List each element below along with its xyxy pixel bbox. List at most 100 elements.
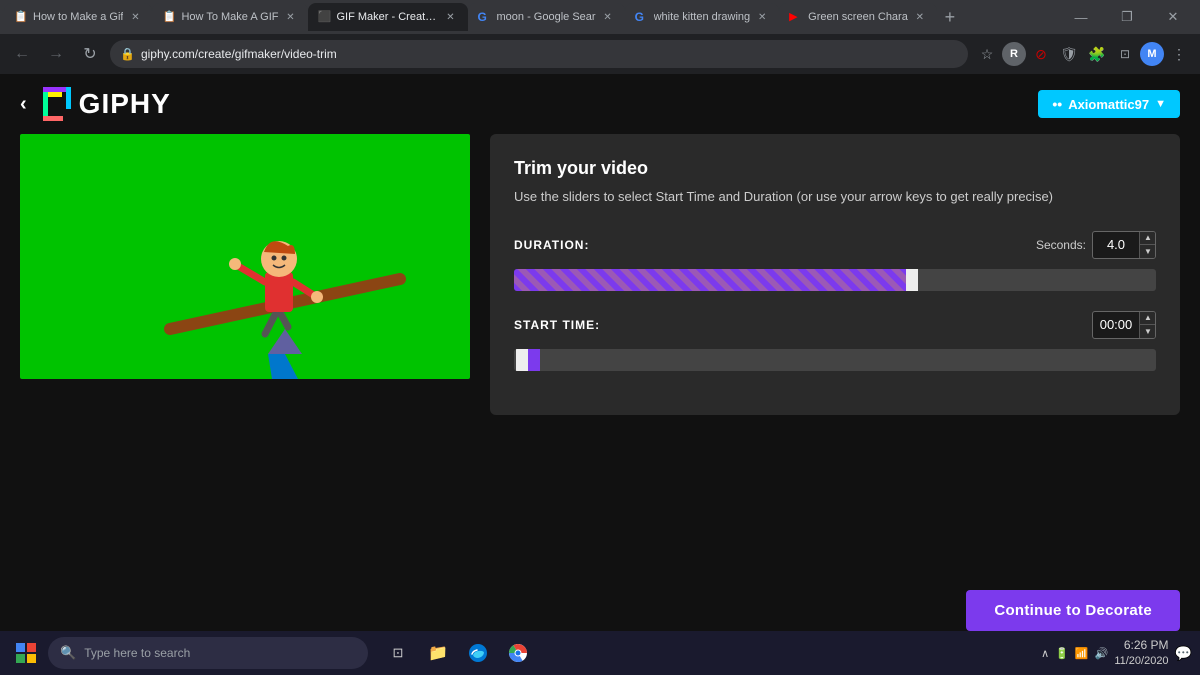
forward-button[interactable]: →: [42, 40, 70, 68]
cast-icon[interactable]: ⊡: [1112, 41, 1138, 67]
restore-button[interactable]: ❐: [1104, 0, 1150, 34]
tab-6-close[interactable]: ✕: [913, 10, 927, 24]
tab-2[interactable]: 📋 How To Make A GIF ✕: [152, 3, 307, 31]
clock-date: 11/20/2020: [1114, 654, 1168, 669]
eyes-icon: ••: [1052, 96, 1062, 112]
tab-4-close[interactable]: ✕: [601, 10, 615, 24]
start-time-label-row: START TIME: 00:00 ▲ ▼: [514, 311, 1156, 339]
taskbar: 🔍 Type here to search ⊡ 📁 ∧: [0, 631, 1200, 675]
giphy-logo-icon: [43, 87, 71, 121]
file-explorer-button[interactable]: 📁: [420, 635, 456, 671]
speaker-icon[interactable]: 🔊: [1095, 647, 1109, 660]
tab-3-favicon: ⬛: [318, 10, 332, 24]
taskbar-search-placeholder: Type here to search: [84, 646, 190, 660]
duration-slider-thumb[interactable]: [906, 269, 918, 291]
address-bar[interactable]: 🔒 giphy.com/create/gifmaker/video-trim: [110, 40, 968, 68]
start-time-slider-thumb[interactable]: [516, 349, 528, 371]
main-area: Trim your video Use the sliders to selec…: [0, 134, 1200, 582]
system-clock[interactable]: 6:26 PM 11/20/2020: [1114, 637, 1168, 669]
back-button[interactable]: ←: [8, 40, 36, 68]
address-bar-row: ← → ↻ 🔒 giphy.com/create/gifmaker/video-…: [0, 34, 1200, 74]
start-time-down-button[interactable]: ▼: [1140, 324, 1156, 338]
chrome-taskbar-button[interactable]: [500, 635, 536, 671]
extensions-icon[interactable]: 🧩: [1084, 41, 1110, 67]
new-tab-button[interactable]: +: [937, 4, 963, 30]
start-time-value: 00:00: [1093, 311, 1139, 339]
tab-1[interactable]: 📋 How to Make a Gif ✕: [4, 3, 152, 31]
task-view-button[interactable]: ⊡: [380, 635, 416, 671]
bookmark-icon[interactable]: ☆: [974, 41, 1000, 67]
minimize-button[interactable]: —: [1058, 0, 1104, 34]
duration-section: DURATION: Seconds: 4.0 ▲ ▼: [514, 231, 1156, 291]
start-time-slider-track[interactable]: [514, 349, 1156, 371]
toolbar-icons: ☆ R ⊘ 🛡 🧩 ⊡ M ⋮: [974, 41, 1192, 67]
duration-value: 4.0: [1093, 231, 1139, 259]
tab-4-favicon: G: [478, 10, 492, 24]
tab-4[interactable]: G moon - Google Sear ✕: [468, 3, 625, 31]
start-time-section: START TIME: 00:00 ▲ ▼: [514, 311, 1156, 371]
username-label: Axiomattic97: [1068, 97, 1149, 112]
shield-icon[interactable]: 🛡: [1056, 41, 1082, 67]
tab-4-label: moon - Google Sear: [497, 11, 596, 23]
close-button[interactable]: ✕: [1150, 0, 1196, 34]
duration-slider-fill: [514, 269, 912, 291]
tab-6-favicon: ▶: [789, 10, 803, 24]
edge-icon: [468, 643, 488, 663]
taskbar-center-icons: ⊡ 📁: [380, 635, 536, 671]
tab-5-close[interactable]: ✕: [755, 10, 769, 24]
start-button[interactable]: [8, 635, 44, 671]
video-character-svg: [20, 134, 470, 379]
duration-up-button[interactable]: ▲: [1140, 232, 1156, 245]
user-account-button[interactable]: •• Axiomattic97 ▼: [1038, 90, 1180, 118]
taskbar-search-bar[interactable]: 🔍 Type here to search: [48, 637, 368, 669]
duration-input[interactable]: 4.0 ▲ ▼: [1092, 231, 1156, 259]
tab-1-favicon: 📋: [14, 10, 28, 24]
duration-spinner[interactable]: ▲ ▼: [1139, 232, 1155, 258]
seconds-label: Seconds:: [1036, 238, 1086, 252]
search-icon: 🔍: [60, 645, 76, 661]
tab-5[interactable]: G white kitten drawing ✕: [625, 3, 780, 31]
tab-5-label: white kitten drawing: [654, 11, 751, 23]
profile-r-icon[interactable]: R: [1002, 42, 1026, 66]
tab-1-label: How to Make a Gif: [33, 11, 123, 23]
adblock-icon[interactable]: ⊘: [1028, 41, 1054, 67]
start-time-up-button[interactable]: ▲: [1140, 312, 1156, 325]
start-time-label: START TIME:: [514, 318, 600, 332]
menu-icon[interactable]: ⋮: [1166, 41, 1192, 67]
tab-3-label: GIF Maker - Create G: [337, 11, 439, 23]
tab-bar: 📋 How to Make a Gif ✕ 📋 How To Make A GI…: [0, 0, 1200, 34]
duration-label-row: DURATION: Seconds: 4.0 ▲ ▼: [514, 231, 1156, 259]
start-time-spinner[interactable]: ▲ ▼: [1139, 312, 1155, 338]
windows-logo-icon: [16, 643, 36, 663]
lock-icon: 🔒: [120, 47, 135, 61]
tab-3-close[interactable]: ✕: [444, 10, 458, 24]
tab-1-close[interactable]: ✕: [128, 10, 142, 24]
start-time-input[interactable]: 00:00 ▲ ▼: [1092, 311, 1156, 339]
profile-m-icon[interactable]: M: [1140, 42, 1164, 66]
tab-2-close[interactable]: ✕: [284, 10, 298, 24]
page-content: ‹ GIPHY •• Axiomattic97 ▼: [0, 74, 1200, 631]
duration-slider-track[interactable]: [514, 269, 1156, 291]
notifications-icon[interactable]: 💬: [1175, 645, 1192, 662]
continue-button-wrapper: Continue to Decorate: [0, 582, 1200, 631]
giphy-header: ‹ GIPHY •• Axiomattic97 ▼: [0, 74, 1200, 134]
tab-5-favicon: G: [635, 10, 649, 24]
duration-label: DURATION:: [514, 238, 589, 252]
back-arrow-button[interactable]: ‹: [20, 93, 27, 116]
tab-2-label: How To Make A GIF: [181, 11, 278, 23]
clock-time: 6:26 PM: [1114, 637, 1168, 654]
edge-button[interactable]: [460, 635, 496, 671]
tab-6[interactable]: ▶ Green screen Chara ✕: [779, 3, 937, 31]
trim-title: Trim your video: [514, 158, 1156, 179]
taskbar-right: ∧ 🔋 📶 🔊 6:26 PM 11/20/2020 💬: [1041, 637, 1192, 669]
tab-3[interactable]: ⬛ GIF Maker - Create G ✕: [308, 3, 468, 31]
chevron-icon[interactable]: ∧: [1041, 647, 1049, 660]
refresh-button[interactable]: ↻: [76, 40, 104, 68]
trim-description: Use the sliders to select Start Time and…: [514, 187, 1156, 207]
duration-down-button[interactable]: ▼: [1140, 244, 1156, 258]
continue-to-decorate-button[interactable]: Continue to Decorate: [966, 590, 1180, 631]
wifi-icon: 📶: [1075, 647, 1089, 660]
giphy-logo: GIPHY: [43, 87, 171, 121]
video-preview: [20, 134, 470, 379]
taskbar-system-icons: ∧ 🔋 📶 🔊: [1041, 647, 1108, 660]
